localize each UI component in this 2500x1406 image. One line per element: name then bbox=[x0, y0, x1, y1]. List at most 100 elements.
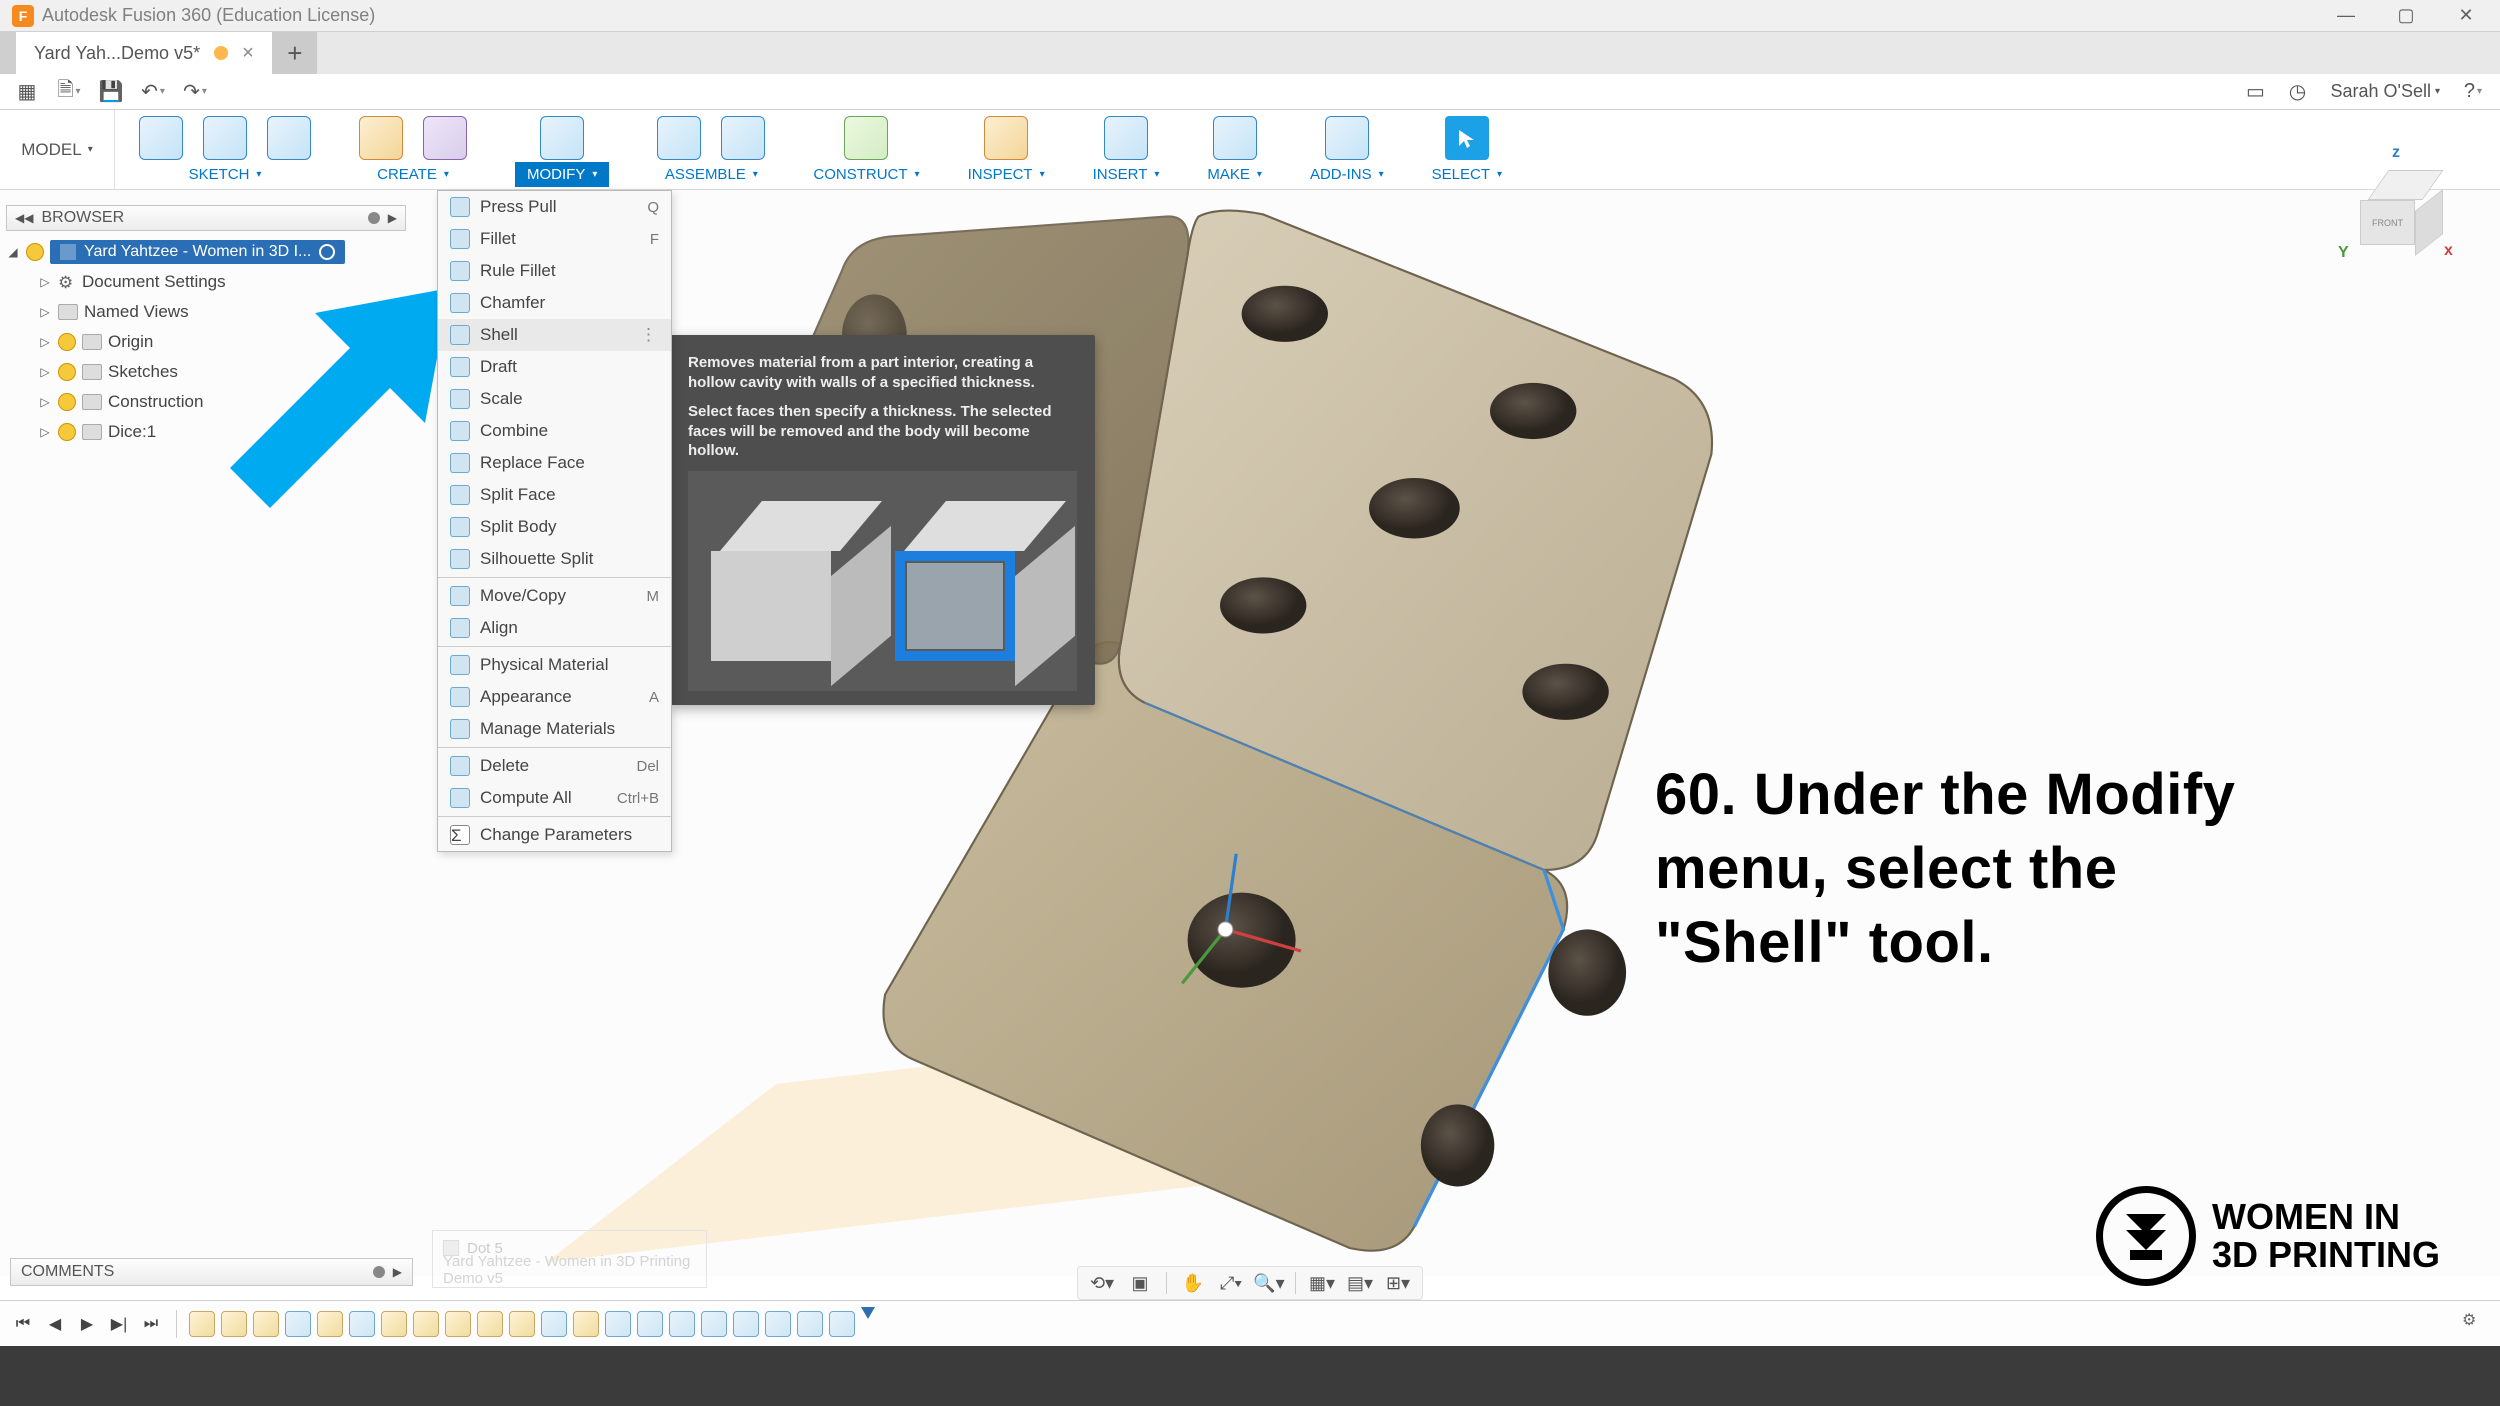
timeline-step-forward-button[interactable]: ▶| bbox=[106, 1311, 132, 1337]
menu-item-align[interactable]: Align bbox=[438, 612, 671, 644]
window-minimize-button[interactable]: — bbox=[2316, 0, 2376, 32]
timeline-marker[interactable] bbox=[861, 1307, 875, 1341]
menu-item-compute-all[interactable]: Compute AllCtrl+B bbox=[438, 782, 671, 814]
comments-panel-header[interactable]: COMMENTS ▶ bbox=[10, 1258, 413, 1286]
visibility-bulb-icon[interactable] bbox=[58, 363, 76, 381]
timeline-feature[interactable] bbox=[733, 1311, 759, 1337]
close-tab-button[interactable]: × bbox=[242, 42, 254, 65]
sketch-circle-icon[interactable] bbox=[267, 116, 311, 160]
construct-plane-icon[interactable] bbox=[844, 116, 888, 160]
viewcube-front-face[interactable]: FRONT bbox=[2360, 200, 2415, 245]
timeline-feature[interactable] bbox=[381, 1311, 407, 1337]
timeline-feature[interactable] bbox=[221, 1311, 247, 1337]
visibility-bulb-icon[interactable] bbox=[26, 243, 44, 261]
timeline-feature[interactable] bbox=[669, 1311, 695, 1337]
timeline-start-button[interactable]: ⏮ bbox=[10, 1311, 36, 1337]
menu-item-split-body[interactable]: Split Body bbox=[438, 511, 671, 543]
visibility-bulb-icon[interactable] bbox=[58, 423, 76, 441]
timeline-feature[interactable] bbox=[349, 1311, 375, 1337]
menu-item-rule-fillet[interactable]: Rule Fillet bbox=[438, 255, 671, 287]
construct-menu[interactable]: CONSTRUCT bbox=[813, 162, 919, 187]
menu-item-manage-materials[interactable]: Manage Materials bbox=[438, 713, 671, 745]
document-tab[interactable]: Yard Yah...Demo v5* × bbox=[16, 32, 273, 74]
browser-panel-header[interactable]: ◀◀ BROWSER ▶ bbox=[6, 205, 406, 231]
timeline-feature[interactable] bbox=[605, 1311, 631, 1337]
job-status-button[interactable]: ◷ bbox=[2278, 77, 2316, 107]
browser-collapse-icon[interactable]: ◀◀ bbox=[15, 211, 33, 225]
insert-menu[interactable]: INSERT bbox=[1093, 162, 1160, 187]
sketch-menu[interactable]: SKETCH bbox=[189, 162, 262, 187]
view-cube[interactable]: FRONT z x Y bbox=[2340, 150, 2460, 270]
timeline-feature[interactable] bbox=[445, 1311, 471, 1337]
help-button[interactable]: ?▾ bbox=[2454, 77, 2492, 107]
undo-button[interactable]: ↶▾ bbox=[134, 77, 172, 107]
menu-item-replace-face[interactable]: Replace Face bbox=[438, 447, 671, 479]
menu-item-split-face[interactable]: Split Face bbox=[438, 479, 671, 511]
look-at-button[interactable]: ▣ bbox=[1124, 1269, 1156, 1297]
workspace-switcher[interactable]: MODEL▾ bbox=[0, 110, 115, 189]
show-data-panel-button[interactable]: ▦ bbox=[8, 77, 46, 107]
menu-item-appearance[interactable]: AppearanceA bbox=[438, 681, 671, 713]
timeline-step-back-button[interactable]: ◀ bbox=[42, 1311, 68, 1337]
redo-button[interactable]: ↷▾ bbox=[176, 77, 214, 107]
timeline-feature[interactable] bbox=[637, 1311, 663, 1337]
timeline-feature[interactable] bbox=[829, 1311, 855, 1337]
file-menu-button[interactable]: 🗎▾ bbox=[50, 77, 88, 107]
sketch-rectangle-icon[interactable] bbox=[139, 116, 183, 160]
timeline-feature[interactable] bbox=[541, 1311, 567, 1337]
timeline-end-button[interactable]: ⏭ bbox=[138, 1311, 164, 1337]
timeline-feature[interactable] bbox=[509, 1311, 535, 1337]
modify-menu[interactable]: MODIFY bbox=[515, 162, 609, 187]
timeline-play-button[interactable]: ▶ bbox=[74, 1311, 100, 1337]
viewcube-top-face[interactable] bbox=[2367, 170, 2443, 200]
inspect-measure-icon[interactable] bbox=[984, 116, 1028, 160]
display-settings-button[interactable]: ▦▾ bbox=[1306, 1269, 1338, 1297]
zoom-button[interactable]: ⤢▾ bbox=[1215, 1269, 1247, 1297]
menu-item-combine[interactable]: Combine bbox=[438, 415, 671, 447]
sketch-line-icon[interactable] bbox=[203, 116, 247, 160]
save-button[interactable]: 💾 bbox=[92, 77, 130, 107]
assemble-joint-icon[interactable] bbox=[721, 116, 765, 160]
comments-expand-icon[interactable]: ▶ bbox=[393, 1265, 402, 1279]
assemble-component-icon[interactable] bbox=[657, 116, 701, 160]
viewport-layout-button[interactable]: ⊞▾ bbox=[1382, 1269, 1414, 1297]
timeline-feature[interactable] bbox=[477, 1311, 503, 1337]
create-extrude-icon[interactable] bbox=[359, 116, 403, 160]
extensions-button[interactable]: ▭ bbox=[2236, 77, 2274, 107]
select-menu[interactable]: SELECT bbox=[1432, 162, 1502, 187]
insert-decal-icon[interactable] bbox=[1104, 116, 1148, 160]
menu-item-silhouette-split[interactable]: Silhouette Split bbox=[438, 543, 671, 575]
browser-options-icon[interactable] bbox=[368, 212, 380, 224]
create-box-icon[interactable] bbox=[423, 116, 467, 160]
timeline-feature[interactable] bbox=[573, 1311, 599, 1337]
addins-scripts-icon[interactable] bbox=[1325, 116, 1369, 160]
pan-button[interactable]: ✋ bbox=[1177, 1269, 1209, 1297]
user-menu[interactable]: Sarah O'Sell▾ bbox=[2320, 81, 2450, 102]
new-tab-button[interactable]: + bbox=[273, 32, 317, 74]
timeline-feature[interactable] bbox=[189, 1311, 215, 1337]
timeline-feature[interactable] bbox=[765, 1311, 791, 1337]
menu-item-change-parameters[interactable]: ΣChange Parameters bbox=[438, 819, 671, 851]
menu-item-draft[interactable]: Draft bbox=[438, 351, 671, 383]
timeline-feature[interactable] bbox=[413, 1311, 439, 1337]
timeline-settings-button[interactable]: ⚙ bbox=[2462, 1310, 2490, 1338]
menu-item-fillet[interactable]: FilletF bbox=[438, 223, 671, 255]
expand-icon[interactable]: ◢ bbox=[6, 245, 20, 259]
make-menu[interactable]: MAKE bbox=[1207, 162, 1262, 187]
browser-close-icon[interactable]: ▶ bbox=[388, 211, 397, 225]
make-3dprint-icon[interactable] bbox=[1213, 116, 1257, 160]
fit-button[interactable]: 🔍▾ bbox=[1253, 1269, 1285, 1297]
comments-options-icon[interactable] bbox=[373, 1266, 385, 1278]
menu-item-options-icon[interactable]: ⋮ bbox=[640, 325, 659, 345]
menu-item-shell[interactable]: Shell⋮ bbox=[438, 319, 671, 351]
menu-item-delete[interactable]: DeleteDel bbox=[438, 750, 671, 782]
timeline-feature[interactable] bbox=[285, 1311, 311, 1337]
select-tool-icon[interactable] bbox=[1445, 116, 1489, 160]
timeline-feature[interactable] bbox=[701, 1311, 727, 1337]
menu-item-move-copy[interactable]: Move/CopyM bbox=[438, 580, 671, 612]
orbit-button[interactable]: ⟲▾ bbox=[1086, 1269, 1118, 1297]
window-maximize-button[interactable]: ▢ bbox=[2376, 0, 2436, 32]
window-close-button[interactable]: ✕ bbox=[2436, 0, 2496, 32]
inspect-menu[interactable]: INSPECT bbox=[968, 162, 1045, 187]
create-menu[interactable]: CREATE bbox=[377, 162, 449, 187]
